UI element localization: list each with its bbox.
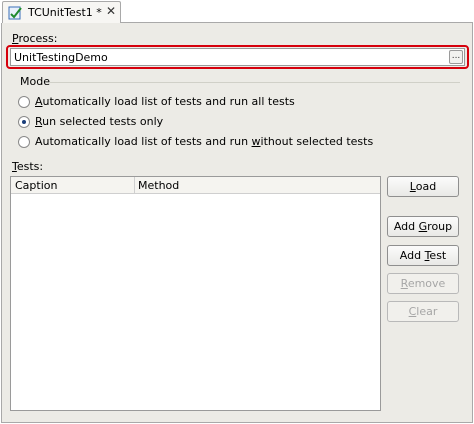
radio-label: Automatically load list of tests and run… xyxy=(35,135,374,148)
tab-label: TCUnitTest1 * xyxy=(28,6,102,19)
close-icon[interactable]: ✕ xyxy=(106,4,116,18)
mode-group-divider xyxy=(50,82,460,83)
mode-group-title: Mode xyxy=(20,75,50,88)
tests-label: Tests: xyxy=(12,160,44,173)
editor-tab-strip: TCUnitTest1 * ✕ xyxy=(0,0,474,23)
radio-label: Run selected tests only xyxy=(35,115,164,128)
unit-test-icon xyxy=(8,6,22,20)
column-header-method[interactable]: Method xyxy=(136,177,380,194)
radio-button[interactable] xyxy=(18,96,30,108)
clear-button[interactable]: Clear xyxy=(387,301,459,322)
tests-grid[interactable]: Caption Method xyxy=(10,176,381,411)
process-browse-button[interactable]: ... xyxy=(449,50,463,64)
radio-button[interactable] xyxy=(18,136,30,148)
process-field[interactable]: UnitTestingDemo ... xyxy=(10,48,465,66)
remove-button[interactable]: Remove xyxy=(387,273,459,294)
process-label: Process: xyxy=(12,32,58,45)
add-test-button[interactable]: Add Test xyxy=(387,245,459,266)
radio-label: Automatically load list of tests and run… xyxy=(35,95,295,108)
column-header-caption[interactable]: Caption xyxy=(11,177,135,194)
grid-header: Caption Method xyxy=(11,177,380,194)
add-group-button[interactable]: Add Group xyxy=(387,216,459,237)
process-value: UnitTestingDemo xyxy=(14,51,108,64)
radio-button[interactable] xyxy=(18,116,30,128)
load-button[interactable]: Load xyxy=(387,176,459,197)
tab-tcunittest1[interactable]: TCUnitTest1 * ✕ xyxy=(2,1,121,23)
